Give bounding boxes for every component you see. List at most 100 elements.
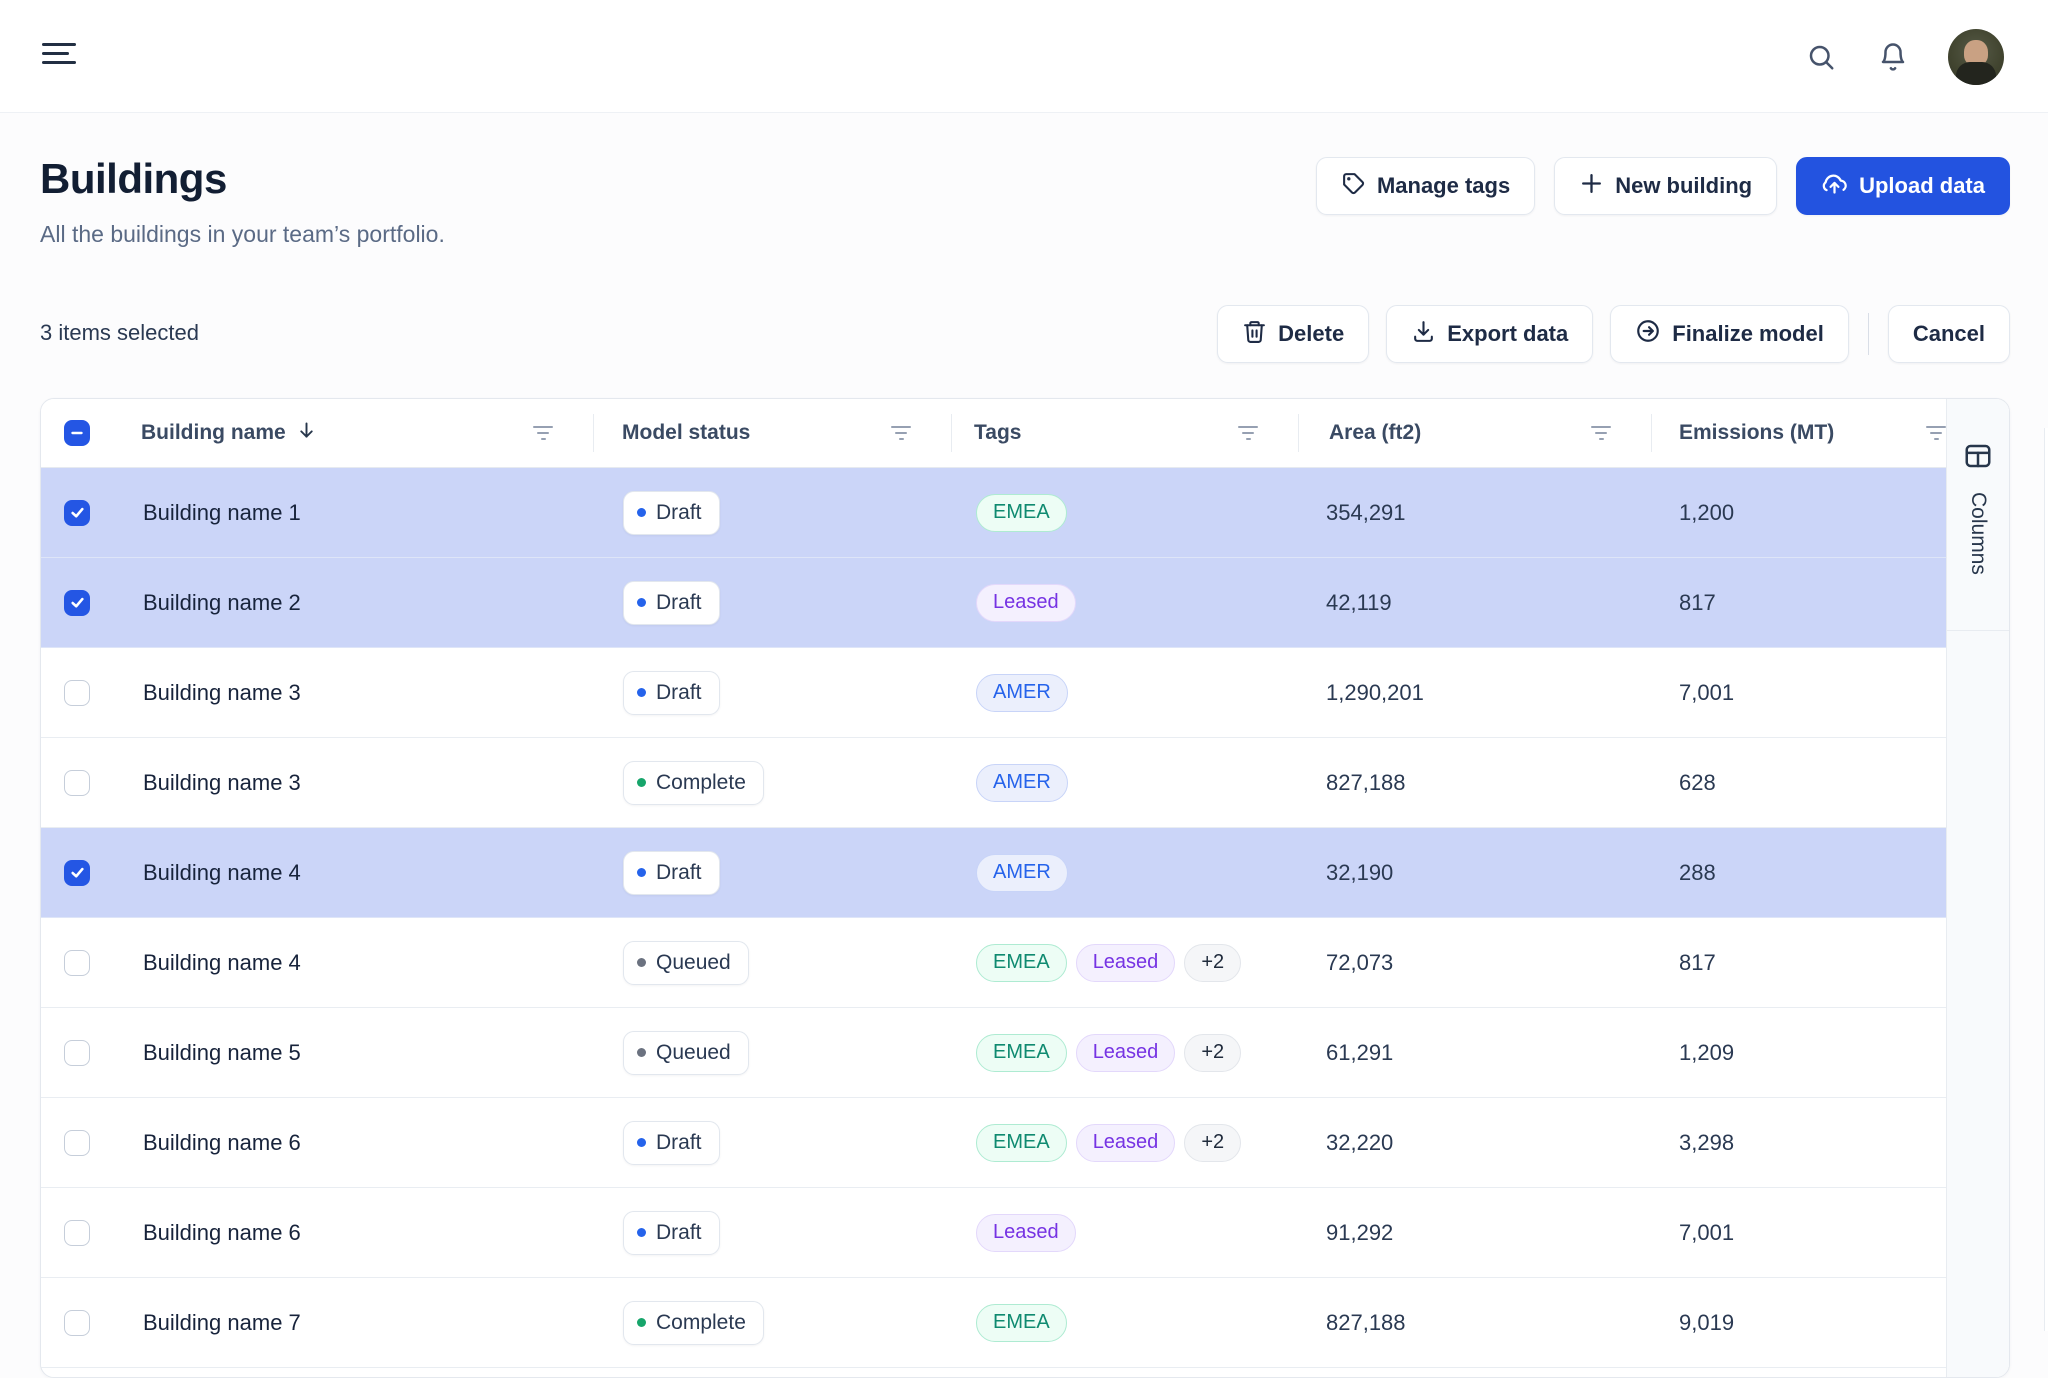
table-row[interactable]: Building name 1 Draft EMEA 354,291 1,200 [41,468,2009,558]
tag-badge: EMEA [976,1304,1067,1342]
filter-icon[interactable] [533,426,553,440]
area-cell: 827,188 [1298,770,1651,796]
cancel-label: Cancel [1913,321,1985,347]
status-label: Draft [656,681,702,705]
column-header-area[interactable]: Area (ft2) [1298,399,1651,467]
building-name-cell: Building name 4 [141,860,593,886]
row-checkbox[interactable] [64,1310,90,1336]
select-all-checkbox[interactable] [64,420,90,446]
building-name-cell: Building name 6 [141,1220,593,1246]
filter-icon[interactable] [1591,426,1611,440]
selected-count-text: 3 items selected [40,320,199,346]
tag-badge: Leased [976,1214,1076,1252]
area-cell: 32,190 [1298,860,1651,886]
sort-descending-icon [296,420,317,447]
delete-label: Delete [1278,321,1344,347]
status-label: Draft [656,1221,702,1245]
model-status-cell: Complete [593,761,951,805]
emissions-cell: 1,200 [1651,500,1948,526]
tag-icon [1341,171,1366,202]
row-checkbox-cell [41,1040,141,1066]
table-row[interactable]: Building name 7 Complete EMEA 827,188 9,… [41,1278,2009,1368]
manage-tags-label: Manage tags [1377,173,1510,199]
emissions-cell: 7,001 [1651,680,1948,706]
emissions-cell: 288 [1651,860,1948,886]
cancel-button[interactable]: Cancel [1888,305,2010,363]
filter-icon[interactable] [891,426,911,440]
status-dot [637,1048,646,1057]
building-name-cell: Building name 3 [141,770,593,796]
status-badge: Draft [623,1211,720,1255]
table-row[interactable]: Building name 3 Draft AMER 1,290,201 7,0… [41,648,2009,738]
delete-button[interactable]: Delete [1217,305,1369,363]
tags-cell: AMER [951,764,1298,802]
menu-icon[interactable] [42,40,76,72]
building-name-cell: Building name 2 [141,590,593,616]
row-checkbox[interactable] [64,950,90,976]
area-cell: 354,291 [1298,500,1651,526]
tag-badge: EMEA [976,1124,1067,1162]
row-checkbox-cell [41,680,141,706]
table-row[interactable]: Building name 2 Draft Leased 42,119 817 [41,558,2009,648]
download-icon [1411,319,1436,350]
column-header-model-status[interactable]: Model status [593,399,951,467]
row-checkbox[interactable] [64,860,90,886]
area-cell: 32,220 [1298,1130,1651,1156]
model-status-header-label: Model status [622,421,750,445]
tags-cell: AMER [951,674,1298,712]
tag-badge: Leased [1076,944,1176,982]
model-status-cell: Complete [593,1301,951,1345]
table-row[interactable]: Building name 3 Complete AMER 827,188 62… [41,738,2009,828]
area-cell: 1,290,201 [1298,680,1651,706]
row-checkbox[interactable] [64,500,90,526]
table-row[interactable]: Building name 4 Queued EMEALeased+2 72,0… [41,918,2009,1008]
upload-data-button[interactable]: Upload data [1796,157,2010,215]
manage-tags-button[interactable]: Manage tags [1316,157,1535,215]
tag-badge: Leased [976,584,1076,622]
columns-toggle-tab[interactable]: Columns [1947,399,2009,631]
row-checkbox-cell [41,1130,141,1156]
model-status-cell: Queued [593,1031,951,1075]
row-checkbox-cell [41,1220,141,1246]
filter-icon[interactable] [1926,426,1946,440]
upload-data-label: Upload data [1859,173,1985,199]
arrow-right-circle-icon [1635,318,1661,350]
new-building-button[interactable]: New building [1554,157,1777,215]
status-label: Queued [656,1041,731,1065]
emissions-cell: 817 [1651,590,1948,616]
notifications-bell-icon[interactable] [1876,40,1910,74]
emissions-cell: 3,298 [1651,1130,1948,1156]
column-header-building-name[interactable]: Building name [141,399,593,467]
area-cell: 42,119 [1298,590,1651,616]
model-status-cell: Draft [593,671,951,715]
row-checkbox[interactable] [64,1040,90,1066]
filter-icon[interactable] [1238,426,1258,440]
column-header-tags[interactable]: Tags [951,399,1298,467]
tags-cell: Leased [951,584,1298,622]
table-row[interactable]: Building name 5 Queued EMEALeased+2 61,2… [41,1008,2009,1098]
status-dot [637,868,646,877]
divider [1868,313,1869,355]
area-cell: 91,292 [1298,1220,1651,1246]
row-checkbox[interactable] [64,1220,90,1246]
table-row[interactable]: Building name 6 Draft EMEALeased+2 32,22… [41,1098,2009,1188]
table-row[interactable]: Building name 4 Draft AMER 32,190 288 [41,828,2009,918]
status-dot [637,598,646,607]
row-checkbox[interactable] [64,680,90,706]
tag-badge: EMEA [976,494,1067,532]
search-icon[interactable] [1804,40,1838,74]
tag-badge: +2 [1184,1034,1241,1072]
row-checkbox[interactable] [64,590,90,616]
user-avatar[interactable] [1948,29,2004,85]
export-data-button[interactable]: Export data [1386,305,1593,363]
row-checkbox[interactable] [64,1130,90,1156]
row-checkbox[interactable] [64,770,90,796]
finalize-model-button[interactable]: Finalize model [1610,305,1849,363]
tag-badge: Leased [1076,1124,1176,1162]
building-name-cell: Building name 6 [141,1130,593,1156]
column-header-emissions[interactable]: Emissions (MT) [1651,399,1948,467]
building-name-cell: Building name 3 [141,680,593,706]
export-data-label: Export data [1447,321,1568,347]
table-row[interactable]: Building name 6 Draft Leased 91,292 7,00… [41,1188,2009,1278]
status-dot [637,1318,646,1327]
